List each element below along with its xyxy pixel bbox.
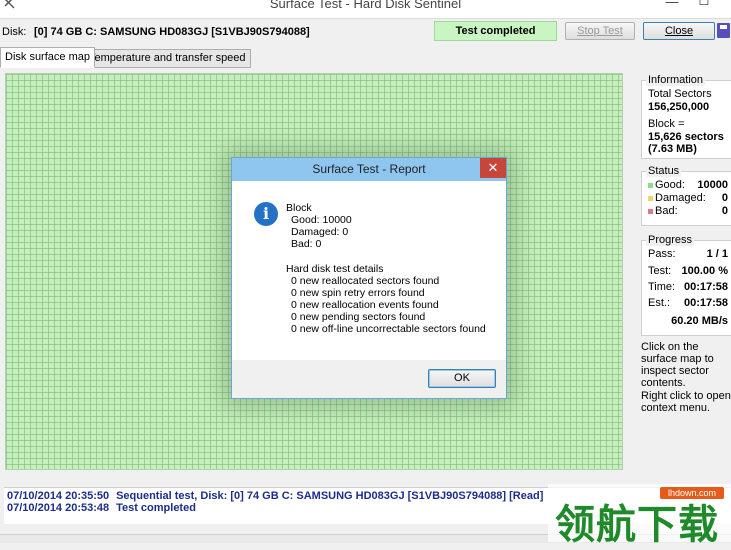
test-value: 100.00 %: [681, 265, 728, 277]
block-damaged: Damaged: 0: [291, 226, 349, 238]
block-good: Good: 10000: [291, 214, 352, 226]
status-title: Status: [646, 165, 682, 177]
progress-title: Progress: [646, 234, 695, 246]
help-right-click-text: Right click to open context menu.: [641, 390, 731, 414]
minimize-button[interactable]: —: [660, 0, 684, 12]
est-value: 00:17:58: [683, 297, 728, 309]
watermark-badge: lhdown.com: [660, 487, 724, 499]
maximize-button[interactable]: ☐: [692, 0, 716, 12]
status-panel: Status Good: 10000 Damaged: 0 Bad: 0: [641, 165, 731, 226]
bad-value: 0: [721, 205, 728, 217]
detail-line: 0 new spin retry errors found: [291, 287, 425, 299]
dialog-close-button[interactable]: ✕: [480, 158, 506, 178]
total-sectors-value: 156,250,000: [648, 101, 710, 113]
ok-button[interactable]: OK: [428, 369, 496, 388]
log-time: 07/10/2014 20:53:48: [7, 502, 110, 514]
pass-value: 1 / 1: [706, 248, 728, 260]
log-text: Test completed: [116, 502, 196, 514]
disk-label: Disk:: [2, 26, 27, 38]
tab-temperature-transfer-speed[interactable]: Temperature and transfer speed: [84, 49, 251, 68]
report-dialog: Surface Test - Report ✕ i Block Good: 10…: [231, 157, 507, 399]
transfer-speed-value: 60.20 MB/s: [671, 315, 728, 327]
test-status-badge: Test completed: [434, 21, 557, 41]
disk-selector[interactable]: [0] 74 GB C: SAMSUNG HD083GJ [S1VBJ90S79…: [34, 26, 310, 38]
block-heading: Block: [286, 202, 312, 214]
tab-disk-surface-map[interactable]: Disk surface map: [0, 47, 95, 68]
title-bar: Surface Test - Hard Disk Sentinel — ☐: [0, 0, 731, 19]
block-label: Block =: [648, 118, 685, 130]
details-heading: Hard disk test details: [286, 263, 384, 275]
total-sectors-label: Total Sectors: [648, 88, 712, 100]
damaged-legend-square: [648, 195, 653, 201]
detail-line: 0 new reallocated sectors found: [291, 275, 440, 287]
block-sectors-value: 15,626 sectors: [648, 131, 724, 143]
detail-line: 0 new off-line uncorrectable sectors fou…: [291, 323, 486, 335]
save-icon[interactable]: [717, 23, 730, 38]
detail-line: 0 new reallocation events found: [291, 299, 439, 311]
log-row: 07/10/2014 20:53:48 Test completed: [7, 502, 196, 514]
stop-test-button[interactable]: Stop Test: [565, 22, 635, 40]
block-bad: Bad: 0: [291, 238, 322, 250]
info-icon: i: [254, 202, 278, 226]
watermark-logo: 领航下载: [555, 502, 719, 548]
dialog-title: Surface Test - Report: [312, 162, 426, 176]
time-value: 00:17:58: [683, 281, 728, 293]
information-title: Information: [646, 74, 706, 86]
close-button[interactable]: Close: [643, 22, 715, 40]
information-panel: Information Total Sectors 156,250,000 Bl…: [641, 74, 731, 159]
good-label: Good:: [655, 179, 685, 191]
help-click-text: Click on the surface map to inspect sect…: [641, 341, 714, 389]
log-text: Sequential test, Disk: [0] 74 GB C: SAMS…: [116, 490, 544, 502]
bad-label: Bad:: [655, 205, 678, 217]
window-title: Surface Test - Hard Disk Sentinel: [269, 0, 462, 11]
progress-panel: Progress Pass: 1 / 1 Test: 100.00 % Time…: [641, 234, 731, 336]
good-value: 10000: [697, 179, 728, 191]
log-row: 07/10/2014 20:35:50 Sequential test, Dis…: [7, 490, 543, 502]
bad-legend-square: [648, 208, 653, 214]
damaged-label: Damaged:: [655, 192, 706, 204]
block-size-value: (7.63 MB): [648, 143, 697, 155]
log-time: 07/10/2014 20:35:50: [7, 490, 110, 502]
good-legend-square: [648, 182, 653, 188]
damaged-value: 0: [721, 192, 728, 204]
detail-line: 0 new pending sectors found: [291, 311, 426, 323]
